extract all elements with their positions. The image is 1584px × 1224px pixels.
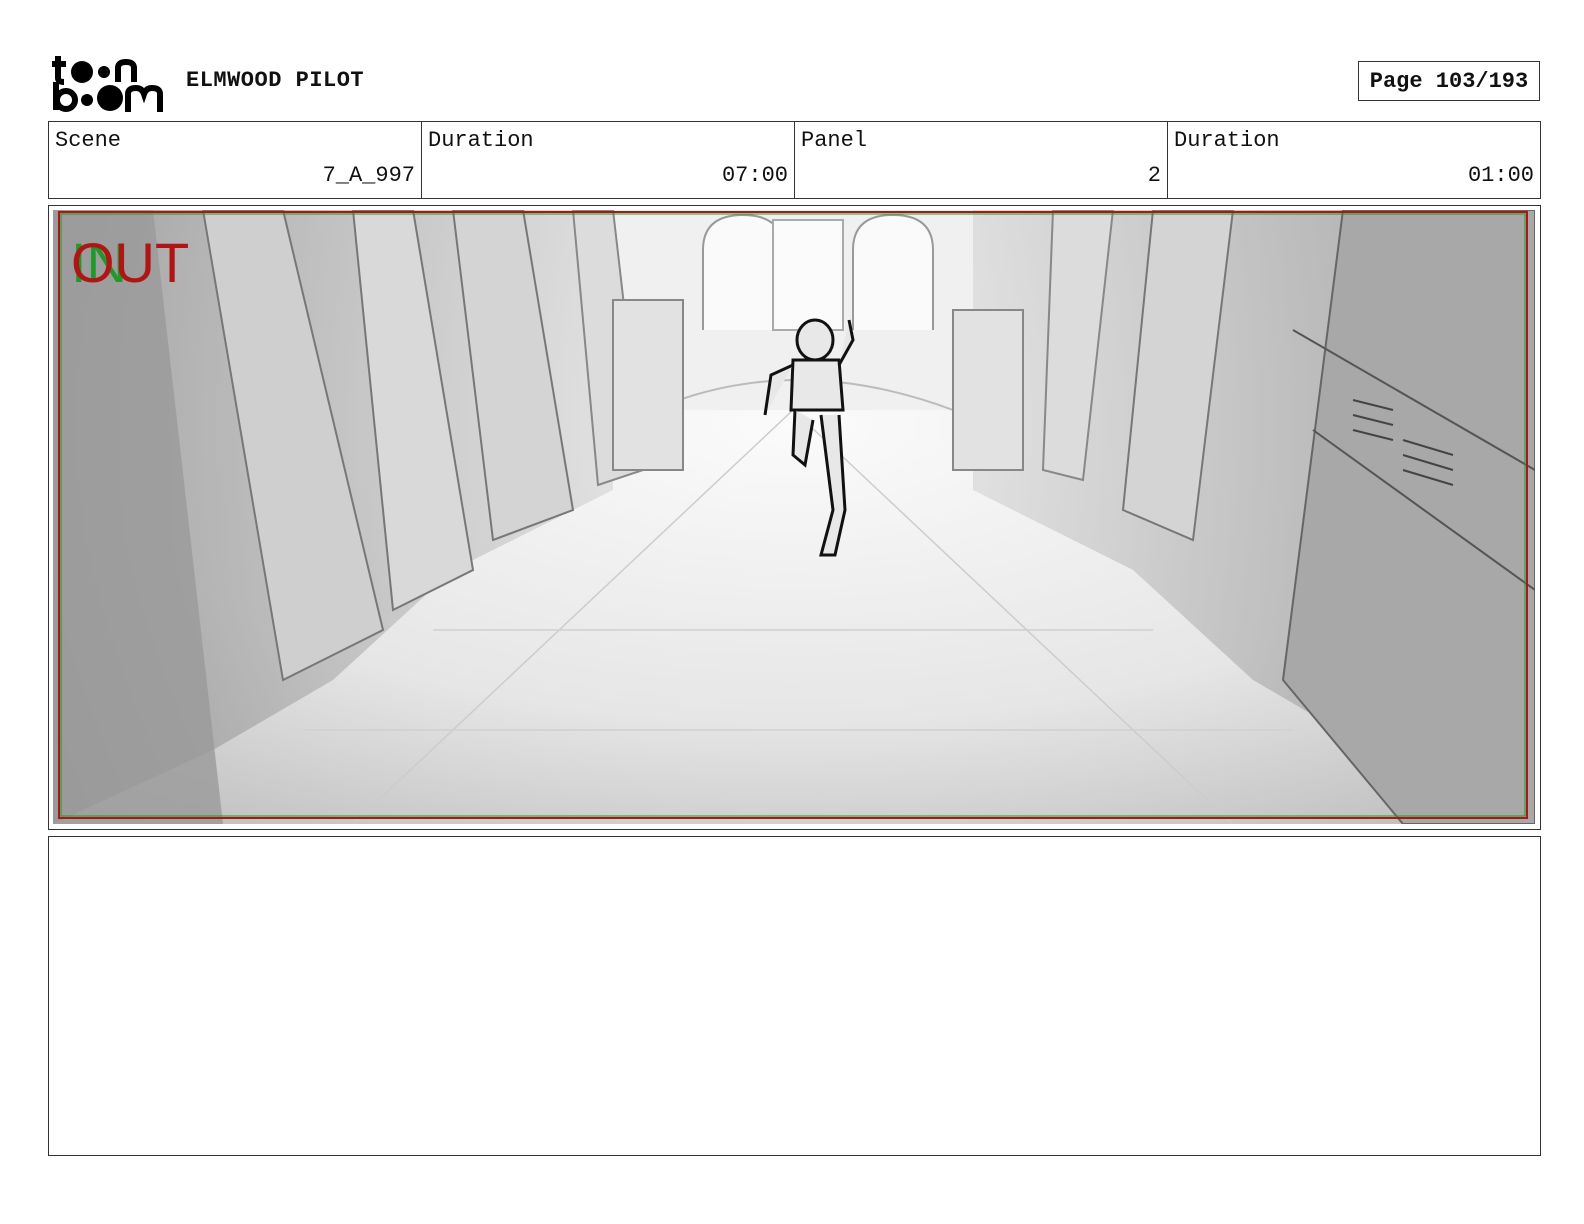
storyboard-panel: IN OUT <box>48 205 1541 830</box>
scene-duration-value: 07:00 <box>721 163 788 188</box>
panel-duration-value: 01:00 <box>1467 163 1534 188</box>
scene-info-table: Scene 7_A_997 Duration 07:00 Panel 2 Dur… <box>48 121 1541 199</box>
project-title: ELMWOOD PILOT <box>186 68 365 93</box>
scene-value: 7_A_997 <box>322 163 415 188</box>
scene-duration-label: Duration <box>428 128 534 153</box>
panel-duration-cell: Duration 01:00 <box>1168 122 1540 198</box>
panel-label: Panel <box>801 128 868 153</box>
panel-sketch: IN OUT <box>53 210 1535 824</box>
scene-duration-cell: Duration 07:00 <box>422 122 795 198</box>
panel-notes[interactable] <box>48 836 1541 1156</box>
panel-value: 2 <box>1147 163 1161 188</box>
panel-duration-label: Duration <box>1174 128 1280 153</box>
panel-cell: Panel 2 <box>795 122 1168 198</box>
toon-boom-logo <box>50 52 165 114</box>
page-number: Page 103/193 <box>1358 61 1540 101</box>
scene-label: Scene <box>55 128 122 153</box>
out-marker: OUT <box>71 231 189 294</box>
scene-cell: Scene 7_A_997 <box>49 122 422 198</box>
